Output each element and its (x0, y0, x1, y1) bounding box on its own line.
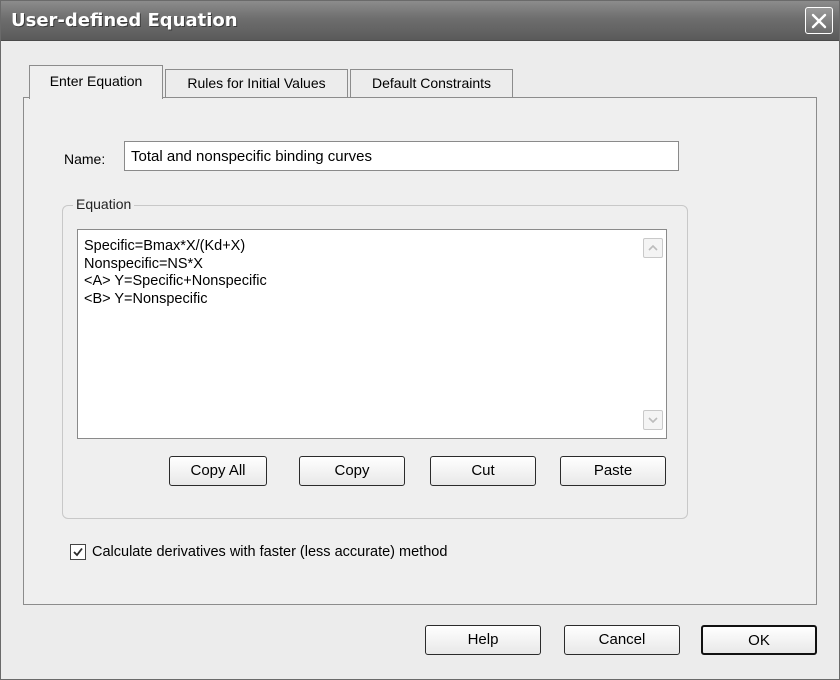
equation-line: Specific=Bmax*X/(Kd+X) (84, 238, 246, 254)
equation-vertical-scrollbar[interactable] (642, 232, 664, 436)
scroll-up-button[interactable] (643, 238, 663, 258)
name-label: Name: (64, 151, 106, 167)
paste-button[interactable]: Paste (560, 456, 666, 486)
equation-groupbox: Equation Specific=Bmax*X/(Kd+X) Nonspeci… (62, 196, 688, 519)
scroll-down-button[interactable] (643, 410, 663, 430)
derivatives-checkbox-row[interactable]: Calculate derivatives with faster (less … (70, 544, 447, 560)
equation-line: <A> Y=Specific+Nonspecific (84, 273, 267, 289)
equation-textarea[interactable]: Specific=Bmax*X/(Kd+X) Nonspecific=NS*X … (77, 229, 667, 439)
derivatives-checkbox-label: Calculate derivatives with faster (less … (92, 544, 448, 560)
close-button[interactable] (805, 7, 833, 34)
enter-equation-panel: Name: Equation Specific=Bmax*X/(Kd+X) No… (23, 97, 817, 605)
checkmark-icon (73, 547, 83, 557)
copy-button[interactable]: Copy (299, 456, 405, 486)
tab-enter-equation[interactable]: Enter Equation (29, 65, 163, 99)
chevron-down-icon (648, 417, 658, 423)
name-input[interactable] (124, 141, 679, 171)
chevron-up-icon (648, 245, 658, 251)
copy-all-button[interactable]: Copy All (169, 456, 267, 486)
ok-button[interactable]: OK (701, 625, 817, 655)
window-title: User-defined Equation (11, 10, 238, 31)
equation-line: <B> Y=Nonspecific (84, 290, 208, 307)
tab-default-constraints[interactable]: Default Constraints (350, 69, 513, 97)
derivatives-checkbox[interactable] (70, 544, 86, 560)
equation-group-legend: Equation (73, 196, 135, 212)
equation-line: Nonspecific=NS*X (84, 255, 203, 272)
close-icon (811, 13, 827, 28)
help-button[interactable]: Help (425, 625, 541, 655)
equation-lines: Specific=Bmax*X/(Kd+X) Nonspecific=NS*X … (84, 238, 267, 308)
title-bar[interactable]: User-defined Equation (1, 1, 839, 41)
cut-button[interactable]: Cut (430, 456, 536, 486)
user-defined-equation-dialog: User-defined Equation Enter Equation Rul… (0, 0, 840, 680)
tab-rules-for-initial-values[interactable]: Rules for Initial Values (165, 69, 348, 97)
cancel-button[interactable]: Cancel (564, 625, 680, 655)
